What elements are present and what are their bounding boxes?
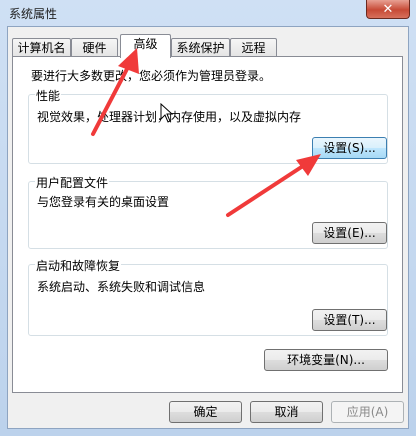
user-profiles-settings-button[interactable]: 设置(E)...: [312, 222, 387, 244]
dialog-client-area: 计算机名 硬件 高级 系统保护 远程 要进行大多数更改，您必须作为管理员登录。 …: [7, 26, 409, 429]
tab-advanced[interactable]: 高级: [120, 34, 171, 58]
performance-group: 性能 视觉效果，处理器计划，内存使用，以及虚拟内存 设置(S)...: [28, 87, 388, 164]
close-icon: ✕: [382, 1, 394, 17]
system-properties-window: 系统属性 ✕ 计算机名 硬件 高级 系统保护 远程 要进行大多数更改，您必须作为…: [0, 0, 416, 436]
close-button[interactable]: ✕: [366, 0, 410, 19]
startup-recovery-description: 系统启动、系统失败和调试信息: [37, 280, 206, 294]
apply-button[interactable]: 应用(A): [331, 401, 404, 423]
performance-group-title: 性能: [35, 87, 62, 104]
admin-notice: 要进行大多数更改，您必须作为管理员登录。: [31, 69, 272, 83]
startup-recovery-group: 启动和故障恢复 系统启动、系统失败和调试信息 设置(T)...: [28, 257, 388, 336]
cancel-button[interactable]: 取消: [250, 401, 323, 423]
startup-recovery-group-title: 启动和故障恢复: [35, 257, 122, 274]
user-profiles-group: 用户配置文件 与您登录有关的桌面设置 设置(E)...: [28, 174, 388, 249]
advanced-tab-panel: 要进行大多数更改，您必须作为管理员登录。 性能 视觉效果，处理器计划，内存使用，…: [12, 56, 403, 393]
tab-computer-name[interactable]: 计算机名: [12, 38, 71, 57]
tab-system-protection[interactable]: 系统保护: [171, 38, 230, 57]
environment-variables-button[interactable]: 环境变量(N)...: [264, 349, 388, 371]
ok-button[interactable]: 确定: [169, 401, 242, 423]
user-profiles-description: 与您登录有关的桌面设置: [37, 195, 170, 209]
user-profiles-group-title: 用户配置文件: [35, 174, 110, 191]
startup-recovery-settings-button[interactable]: 设置(T)...: [312, 309, 387, 331]
performance-settings-button[interactable]: 设置(S)...: [312, 137, 387, 159]
tab-hardware[interactable]: 硬件: [71, 38, 118, 57]
tab-remote[interactable]: 远程: [230, 38, 277, 57]
title-bar[interactable]: 系统属性 ✕: [0, 0, 416, 26]
mouse-cursor-icon: [160, 103, 174, 123]
window-title: 系统属性: [9, 7, 58, 21]
